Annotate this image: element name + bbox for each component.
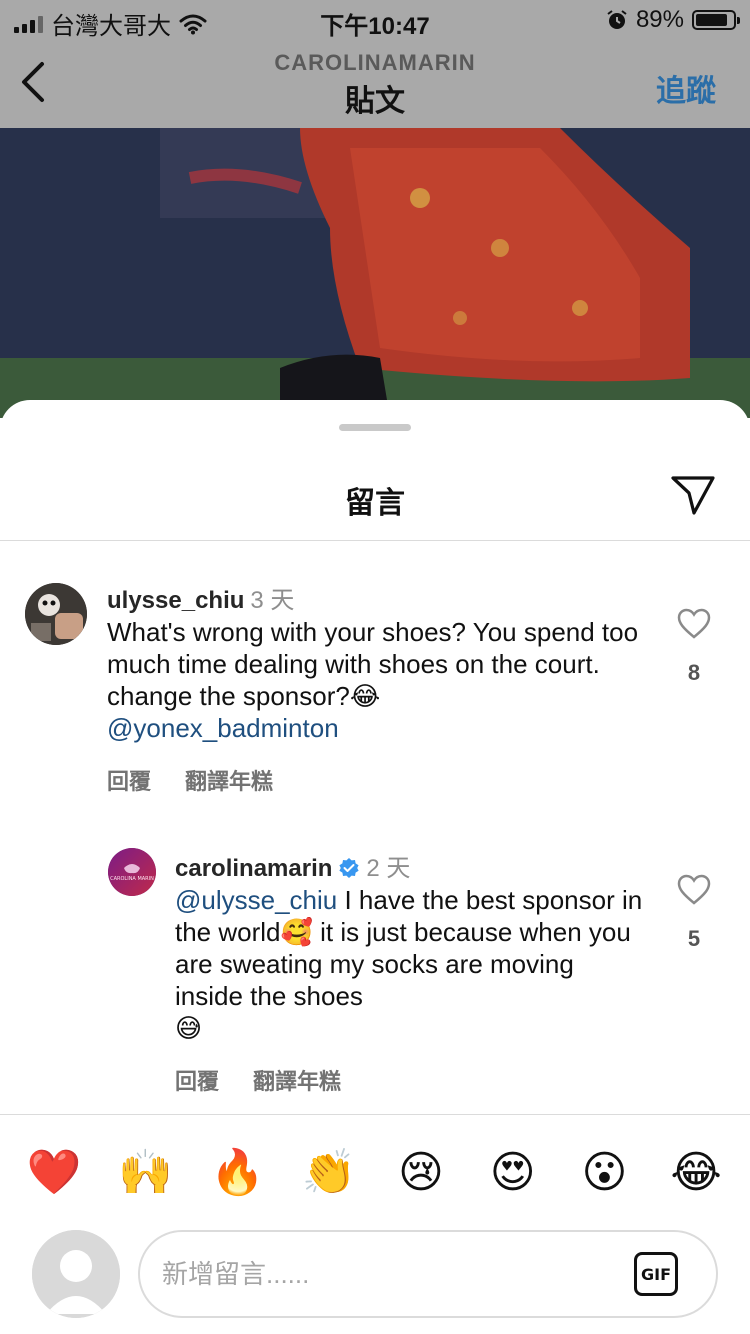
sweat-smile-emoji: 😅: [175, 1013, 203, 1043]
battery-icon: [692, 10, 740, 30]
verified-badge-icon: [339, 858, 360, 878]
emoji-laughing[interactable]: 😂: [666, 1147, 726, 1198]
status-right: 89%: [606, 6, 740, 34]
svg-text:CAROLINA MARIN: CAROLINA MARIN: [110, 876, 154, 882]
battery-percent: 89%: [635, 6, 684, 33]
player-photo-illustration: [0, 128, 750, 418]
follow-button[interactable]: 追蹤: [656, 66, 716, 110]
reply-button[interactable]: 回覆: [175, 1064, 219, 1096]
comment-username[interactable]: carolinamarin: [175, 855, 332, 882]
comment-text: @ulysse_chiu I have the best sponsor in …: [175, 884, 645, 1044]
heart-icon[interactable]: [677, 608, 711, 640]
comment-time: 3 天: [250, 587, 295, 614]
alarm-icon: [607, 10, 627, 29]
mention-link[interactable]: @yonex_badminton: [107, 713, 339, 743]
self-avatar: [32, 1230, 120, 1318]
post-photo: [0, 128, 750, 418]
avatar[interactable]: [25, 583, 87, 645]
comment-header: ulysse_chiu 3 天: [107, 580, 294, 615]
heart-icon[interactable]: [677, 874, 711, 906]
default-avatar-icon: [32, 1230, 120, 1318]
emoji-raised-hands[interactable]: 🙌: [116, 1146, 176, 1198]
emoji-surprised[interactable]: 😮: [574, 1147, 634, 1198]
reply-button[interactable]: 回覆: [107, 764, 151, 796]
share-send-icon[interactable]: [670, 474, 716, 516]
laughing-emoji: 😂: [349, 681, 381, 711]
emoji-heart[interactable]: ❤️: [24, 1146, 84, 1198]
post-header: CAROLINAMARIN 貼文 追蹤: [0, 40, 750, 128]
sheet-title: 留言: [345, 487, 405, 520]
emoji-heart-eyes[interactable]: 😍: [483, 1147, 543, 1198]
emoji-quick-bar: ❤️ 🙌 🔥 👏 😢 😍 😮 😂: [0, 1138, 750, 1206]
comment-time: 2 天: [366, 855, 411, 882]
comment-actions: 回覆 翻譯年糕: [175, 1064, 341, 1096]
status-bar: 台灣大哥大 下午10:47 89%: [0, 0, 750, 40]
page-title: 貼文: [345, 85, 405, 118]
translate-button[interactable]: 翻譯年糕: [185, 764, 273, 796]
emoji-clapping[interactable]: 👏: [299, 1146, 359, 1198]
sheet-grabber[interactable]: [339, 424, 411, 431]
smiling-hearts-emoji: 🥰: [280, 917, 313, 947]
gif-button[interactable]: GIF: [634, 1252, 678, 1296]
translate-button[interactable]: 翻譯年糕: [253, 1064, 341, 1096]
comment-header: carolinamarin 2 天: [175, 848, 410, 883]
comment-text: What's wrong with your shoes? You spend …: [107, 616, 647, 744]
emoji-fire[interactable]: 🔥: [207, 1146, 267, 1198]
mention-link[interactable]: @ulysse_chiu: [175, 885, 337, 915]
like-count: 8: [687, 660, 701, 685]
comment-username[interactable]: ulysse_chiu: [107, 587, 244, 614]
comment-composer: GIF: [138, 1230, 718, 1318]
emoji-crying[interactable]: 😢: [391, 1147, 451, 1198]
comment-input[interactable]: [162, 1252, 622, 1296]
composer-divider: [0, 1114, 750, 1115]
sheet-divider: [0, 540, 750, 541]
avatar[interactable]: CAROLINA MARIN: [108, 848, 156, 896]
comment-actions: 回覆 翻譯年糕: [107, 764, 273, 796]
account-name: CAROLINAMARIN: [274, 50, 476, 75]
like-count: 5: [687, 926, 701, 951]
